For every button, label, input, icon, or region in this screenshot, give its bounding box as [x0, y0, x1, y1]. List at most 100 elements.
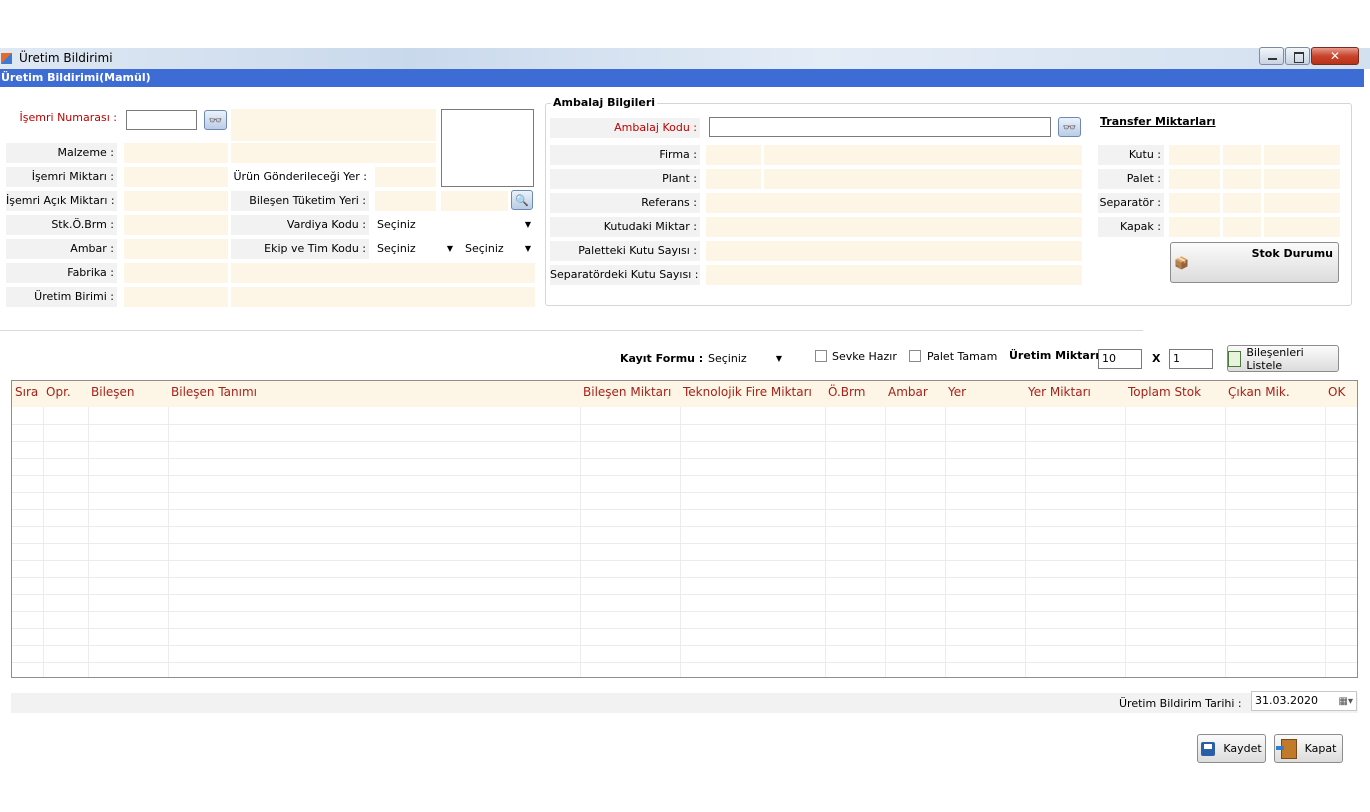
- isemri-numarasi-input[interactable]: [126, 110, 197, 130]
- grid-column-header[interactable]: Bileşen: [88, 381, 135, 407]
- kapat-button[interactable]: Kapat: [1274, 734, 1343, 763]
- plant-code: [706, 169, 761, 189]
- uretim-bildirim-tarihi-picker[interactable]: 31.03.2020 ▦▾: [1251, 691, 1357, 711]
- vardiya-kodu-select[interactable]: Seçiniz ▼: [373, 215, 535, 235]
- grid-column-header[interactable]: Bileşen Tanımı: [168, 381, 257, 407]
- sevke-hazir-checkbox[interactable]: [815, 350, 827, 362]
- calendar-icon: ▦▾: [1338, 696, 1353, 707]
- grid-column-header[interactable]: Opr.: [43, 381, 71, 407]
- grid-row-divider: [12, 526, 1357, 527]
- bilesenleri-listele-label: Bileşenleri Listele: [1246, 345, 1304, 372]
- grid-column-divider: [1325, 407, 1326, 677]
- kayit-formu-select[interactable]: Seçiniz ▼: [704, 349, 786, 369]
- sevke-hazir-label: Sevke Hazır: [832, 350, 897, 363]
- stok-durumu-button[interactable]: 📦 Stok Durumu: [1170, 242, 1339, 283]
- grid-column-divider: [825, 407, 826, 677]
- grid-column-header[interactable]: Çıkan Mik.: [1225, 381, 1290, 407]
- grid-column-header[interactable]: Teknolojik Fire Miktarı: [680, 381, 812, 407]
- grid-column-header[interactable]: OK: [1325, 381, 1345, 407]
- grid-column-divider: [885, 407, 886, 677]
- tarih-value: 31.03.2020: [1255, 694, 1318, 707]
- exit-door-icon: [1275, 738, 1297, 759]
- binoculars-icon: 👓: [208, 113, 223, 127]
- grid-row-divider: [12, 628, 1357, 629]
- ambalaj-group-title: Ambalaj Bilgileri: [551, 96, 658, 109]
- maximize-button[interactable]: [1285, 47, 1310, 65]
- uretim-miktari-input[interactable]: 10: [1098, 349, 1142, 369]
- form-header-title: Üretim Bildirimi(Mamül): [1, 71, 151, 84]
- grid-column-header[interactable]: Yer: [945, 381, 966, 407]
- ekip-kodu-value: Seçiniz: [377, 242, 416, 255]
- palet-tamam-checkbox[interactable]: [909, 350, 921, 362]
- stk-obrm-label: Stk.Ö.Brm :: [6, 215, 117, 235]
- close-button[interactable]: ✕: [1311, 47, 1359, 65]
- referans-label: Referans :: [550, 193, 700, 213]
- grid-column-header[interactable]: Ö.Brm: [825, 381, 865, 407]
- grid-row-divider: [12, 509, 1357, 510]
- section-divider: [0, 330, 1143, 331]
- palet-value-3: [1264, 169, 1340, 189]
- palet-label: Palet :: [1098, 169, 1164, 189]
- isemri-numarasi-label: İşemri Numarası :: [19, 111, 117, 124]
- tim-kodu-select[interactable]: Seçiniz ▼: [461, 239, 535, 259]
- grid-column-header[interactable]: Yer Miktarı: [1025, 381, 1091, 407]
- grid-row-divider: [12, 441, 1357, 442]
- firma-label: Firma :: [550, 145, 700, 165]
- separator-value-2: [1223, 193, 1261, 213]
- floppy-disk-icon: [1201, 741, 1216, 756]
- paletteki-kutu-value: [706, 241, 1082, 261]
- kutu-label: Kutu :: [1098, 145, 1164, 165]
- ambalaj-kodu-input[interactable]: [709, 117, 1051, 137]
- bilesen-grid[interactable]: Sıra Opr. Bileşen Bileşen Tanımı Bileşen Mik…: [11, 380, 1358, 678]
- plant-name: [764, 169, 1082, 189]
- chevron-down-icon: ▼: [775, 354, 782, 363]
- grid-row-divider: [12, 424, 1357, 425]
- isemri-miktari-label: İşemri Miktarı :: [6, 167, 117, 187]
- grid-column-header[interactable]: Bileşen Miktarı: [580, 381, 671, 407]
- grid-column-header[interactable]: Ambar: [885, 381, 928, 407]
- kaydet-label: Kaydet: [1223, 742, 1262, 755]
- app-icon: [1, 53, 12, 64]
- kayit-formu-value: Seçiniz: [708, 352, 747, 365]
- separator-value-3: [1264, 193, 1340, 213]
- palet-value-1: [1169, 169, 1220, 189]
- isemri-miktari-value: [124, 167, 228, 187]
- close-icon: ✕: [1329, 49, 1341, 63]
- isemri-search-button[interactable]: 👓: [204, 110, 227, 130]
- firma-name: [764, 145, 1082, 165]
- ekip-kodu-select[interactable]: Seçiniz ▼: [373, 239, 457, 259]
- magnifier-icon: 🔍: [515, 193, 529, 207]
- grid-row-divider: [12, 645, 1357, 646]
- plant-label: Plant :: [550, 169, 700, 189]
- palet-value-2: [1223, 169, 1261, 189]
- kutu-value-3: [1264, 145, 1340, 165]
- bilesenleri-listele-button[interactable]: Bileşenleri Listele: [1227, 345, 1339, 372]
- ambalaj-search-button[interactable]: 👓: [1058, 117, 1081, 137]
- maximize-icon: [1294, 52, 1304, 63]
- kaydet-button[interactable]: Kaydet: [1197, 734, 1266, 763]
- referans-value: [706, 193, 1082, 213]
- grid-column-divider: [88, 407, 89, 677]
- form-header: Üretim Bildirimi(Mamül): [0, 69, 1364, 87]
- kutudaki-miktar-label: Kutudaki Miktar :: [550, 217, 700, 237]
- carpan-input[interactable]: 1: [1169, 349, 1213, 369]
- grid-row-divider: [12, 492, 1357, 493]
- kutudaki-miktar-value: [706, 217, 1082, 237]
- multiply-label: X: [1152, 352, 1161, 365]
- list-icon: [1228, 350, 1242, 367]
- grid-column-header[interactable]: Toplam Stok: [1125, 381, 1201, 407]
- kapak-value-1: [1169, 217, 1220, 237]
- minimize-button[interactable]: [1259, 47, 1284, 65]
- grid-row-divider: [12, 560, 1357, 561]
- separator-value-1: [1169, 193, 1220, 213]
- box-icon: 📦: [1174, 256, 1189, 270]
- ambalaj-kodu-label: Ambalaj Kodu :: [550, 118, 700, 138]
- separatordeki-kutu-value: [706, 265, 1082, 285]
- uretim-miktari-label: Üretim Miktarı :: [1009, 349, 1108, 362]
- grid-column-header[interactable]: Sıra: [12, 381, 38, 407]
- window-title: Üretim Bildirimi: [19, 51, 113, 65]
- grid-column-divider: [1125, 407, 1126, 677]
- grid-row-divider: [12, 475, 1357, 476]
- bilesen-tuketim-yeri-lookup[interactable]: 🔍: [511, 190, 533, 210]
- isemri-description: [231, 109, 436, 141]
